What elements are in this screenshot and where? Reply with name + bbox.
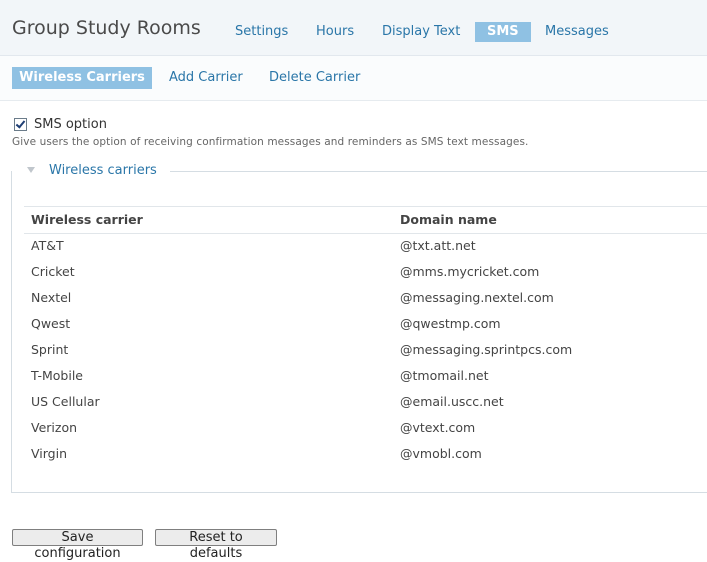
tab-sms[interactable]: SMS [475, 22, 531, 42]
tab-display-text[interactable]: Display Text [382, 24, 460, 39]
column-header-carrier: Wireless carrier [31, 212, 143, 227]
reset-to-defaults-button[interactable]: Reset to defaults [155, 529, 277, 561]
sms-option-checkbox[interactable] [14, 117, 27, 131]
domain-name: @messaging.sprintpcs.com [400, 342, 573, 357]
carrier-name: Qwest [31, 316, 71, 331]
sms-option-label: SMS option [34, 116, 107, 132]
table-row: AT&T @txt.att.net [24, 233, 707, 259]
carrier-name: T-Mobile [31, 368, 84, 383]
domain-name: @email.uscc.net [400, 394, 504, 409]
tab-wireless-carriers[interactable]: Wireless Carriers [12, 67, 152, 89]
tab-hours[interactable]: Hours [316, 24, 354, 39]
carrier-name: AT&T [31, 238, 64, 253]
fieldset-legend[interactable]: Wireless carriers [27, 163, 157, 178]
table-header: Wireless carrier Domain name [24, 206, 707, 234]
carrier-name: Sprint [31, 342, 69, 357]
domain-name: @mms.mycricket.com [400, 264, 540, 279]
domain-name: @tmomail.net [400, 368, 489, 383]
domain-name: @vtext.com [400, 420, 476, 435]
tab-messages[interactable]: Messages [545, 24, 609, 39]
table-row: US Cellular @email.uscc.net [24, 389, 707, 415]
table-row: Sprint @messaging.sprintpcs.com [24, 337, 707, 363]
domain-name: @vmobl.com [400, 446, 482, 461]
column-header-domain: Domain name [400, 212, 497, 227]
save-configuration-button[interactable]: Save configuration [12, 529, 143, 561]
domain-name: @txt.att.net [400, 238, 476, 253]
carrier-name: Cricket [31, 264, 75, 279]
fieldset-legend-label[interactable]: Wireless carriers [49, 163, 157, 178]
table-row: Verizon @vtext.com [24, 415, 707, 441]
table-row: Cricket @mms.mycricket.com [24, 259, 707, 285]
collapse-triangle-icon[interactable] [27, 166, 35, 173]
carrier-name: Verizon [31, 420, 78, 435]
carrier-name: Virgin [31, 446, 67, 461]
tab-delete-carrier[interactable]: Delete Carrier [269, 70, 360, 85]
sms-option-description: Give users the option of receiving confi… [12, 136, 529, 148]
table-row: Nextel @messaging.nextel.com [24, 285, 707, 311]
sms-option-row: SMS option [14, 115, 107, 133]
carrier-name: Nextel [31, 290, 72, 305]
carrier-name: US Cellular [31, 394, 100, 409]
table-row: Virgin @vmobl.com [24, 441, 707, 467]
tab-add-carrier[interactable]: Add Carrier [169, 70, 243, 85]
table-row: T-Mobile @tmomail.net [24, 363, 707, 389]
domain-name: @messaging.nextel.com [400, 290, 554, 305]
tab-settings[interactable]: Settings [235, 24, 288, 39]
table-row: Qwest @qwestmp.com [24, 311, 707, 337]
domain-name: @qwestmp.com [400, 316, 501, 331]
page-title: Group Study Rooms [12, 17, 201, 39]
